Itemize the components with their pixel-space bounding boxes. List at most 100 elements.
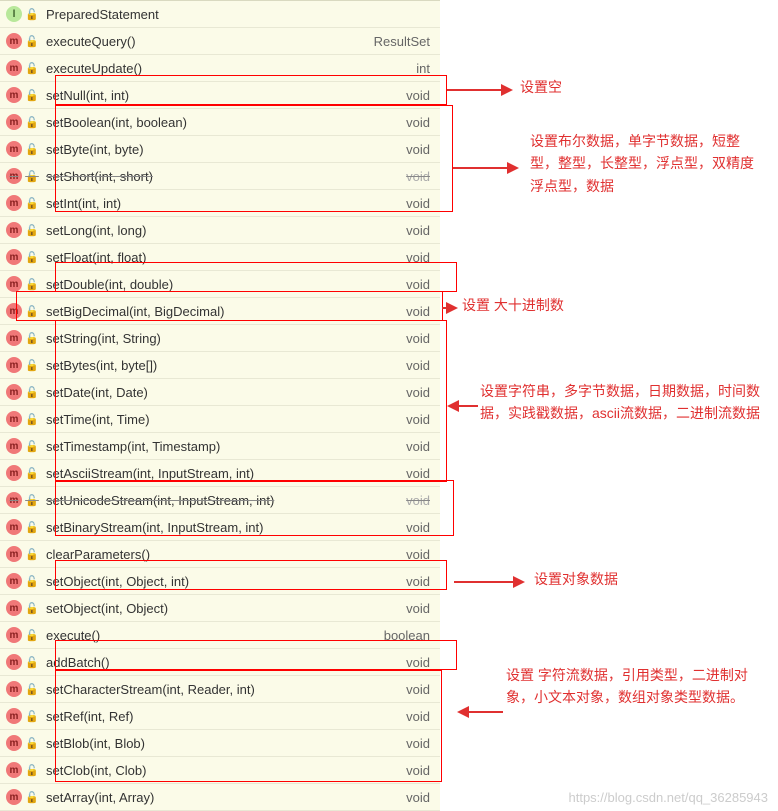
- lock-icon: 🔓: [26, 494, 38, 507]
- method-icon: m: [6, 465, 22, 481]
- method-row[interactable]: m🔓setAsciiStream(int, InputStream, int)v…: [0, 460, 440, 487]
- method-icon: m: [6, 762, 22, 778]
- method-name: setLong(int, long): [44, 223, 406, 238]
- method-row[interactable]: m 🔓 setBoolean(int, boolean)void: [0, 109, 440, 136]
- method-row[interactable]: m🔓setCharacterStream(int, Reader, int)vo…: [0, 676, 440, 703]
- method-name: setDate(int, Date): [44, 385, 406, 400]
- interface-name: PreparedStatement: [44, 7, 440, 22]
- method-row[interactable]: m🔓execute()boolean: [0, 622, 440, 649]
- method-row[interactable]: m🔓setBinaryStream(int, InputStream, int)…: [0, 514, 440, 541]
- method-row[interactable]: m 🔓 clearParameters()void: [0, 541, 440, 568]
- method-icon: m: [6, 357, 22, 373]
- method-icon: m: [6, 546, 22, 562]
- return-type: void: [406, 547, 440, 562]
- lock-icon: 🔓: [26, 305, 38, 318]
- method-name: setByte(int, byte): [44, 142, 406, 157]
- method-name: setString(int, String): [44, 331, 406, 346]
- arrow-icon: [457, 706, 503, 718]
- method-row[interactable]: m🔓setInt(int, int)void: [0, 190, 440, 217]
- lock-icon: 🔓: [26, 116, 38, 129]
- return-type: void: [406, 736, 440, 751]
- lock-icon: 🔓: [26, 521, 38, 534]
- method-name: executeUpdate(): [44, 61, 416, 76]
- method-icon: m: [6, 600, 22, 616]
- method-row[interactable]: m🔓setTime(int, Time)void: [0, 406, 440, 433]
- return-type: void: [406, 142, 440, 157]
- return-type: void: [406, 223, 440, 238]
- method-icon: m: [6, 249, 22, 265]
- method-row[interactable]: m🔓executeUpdate()int: [0, 55, 440, 82]
- arrow-icon: [442, 302, 458, 314]
- method-row[interactable]: m🔓setFloat(int, float)void: [0, 244, 440, 271]
- method-row[interactable]: m🔓setDouble(int, double)void: [0, 271, 440, 298]
- method-row[interactable]: m🔓setBytes(int, byte[])void: [0, 352, 440, 379]
- method-row[interactable]: m🔓setByte(int, byte)void: [0, 136, 440, 163]
- method-icon: m: [6, 438, 22, 454]
- return-type: void: [406, 574, 440, 589]
- method-icon: m: [6, 87, 22, 103]
- method-row[interactable]: m🔓setDate(int, Date)void: [0, 379, 440, 406]
- method-icon: m: [6, 681, 22, 697]
- method-name: setBigDecimal(int, BigDecimal): [44, 304, 406, 319]
- method-row[interactable]: m🔓executeQuery()ResultSet: [0, 28, 440, 55]
- method-name: setAsciiStream(int, InputStream, int): [44, 466, 406, 481]
- return-type: void: [406, 439, 440, 454]
- return-type: void: [406, 115, 440, 130]
- method-icon: m: [6, 141, 22, 157]
- method-name: setObject(int, Object): [44, 601, 406, 616]
- method-row[interactable]: m🔓setNull(int, int)void: [0, 82, 440, 109]
- method-icon: m: [6, 627, 22, 643]
- method-name: setBoolean(int, boolean): [44, 115, 406, 130]
- method-name: setCharacterStream(int, Reader, int): [44, 682, 406, 697]
- lock-icon: 🔓: [26, 413, 38, 426]
- method-name: setBlob(int, Blob): [44, 736, 406, 751]
- method-row[interactable]: m🔓setBigDecimal(int, BigDecimal)void: [0, 298, 440, 325]
- return-type: void: [406, 790, 440, 805]
- lock-icon: 🔓: [26, 548, 38, 561]
- method-row[interactable]: m🔓setString(int, String)void: [0, 325, 440, 352]
- return-type: void: [406, 385, 440, 400]
- return-type: void: [406, 358, 440, 373]
- lock-icon: 🔓: [26, 683, 38, 696]
- interface-header-row[interactable]: I 🔓 PreparedStatement: [0, 1, 440, 28]
- lock-icon: 🔓: [26, 575, 38, 588]
- method-name: setShort(int, short): [44, 169, 406, 184]
- lock-icon: 🔓: [26, 440, 38, 453]
- arrow-icon: [447, 84, 513, 96]
- lock-icon: 🔓: [26, 656, 38, 669]
- annotation: 设置 大十进制数: [462, 294, 564, 316]
- lock-icon: 🔓: [26, 35, 38, 48]
- return-type: void: [406, 331, 440, 346]
- method-icon: m: [6, 654, 22, 670]
- method-row[interactable]: m🔓setClob(int, Clob)void: [0, 757, 440, 784]
- method-row[interactable]: m🔓setShort(int, short)void: [0, 163, 440, 190]
- method-name: setDouble(int, double): [44, 277, 406, 292]
- method-row[interactable]: m🔓addBatch()void: [0, 649, 440, 676]
- method-row[interactable]: m🔓setTimestamp(int, Timestamp)void: [0, 433, 440, 460]
- method-name: setBinaryStream(int, InputStream, int): [44, 520, 406, 535]
- lock-icon: 🔓: [26, 359, 38, 372]
- method-icon: m: [6, 168, 22, 184]
- annotation: 设置布尔数据，单字节数据，短整型，整型，长整型，浮点型，双精度浮点型，数据: [530, 130, 760, 197]
- method-name: setTime(int, Time): [44, 412, 406, 427]
- return-type: void: [406, 601, 440, 616]
- method-row[interactable]: m🔓setBlob(int, Blob)void: [0, 730, 440, 757]
- return-type: void: [406, 88, 440, 103]
- method-row[interactable]: m🔓setObject(int, Object, int)void: [0, 568, 440, 595]
- method-row[interactable]: m🔓setObject(int, Object)void: [0, 595, 440, 622]
- method-name: clearParameters(): [44, 547, 406, 562]
- method-row[interactable]: m🔓setArray(int, Array)void: [0, 784, 440, 811]
- method-icon: m: [6, 276, 22, 292]
- method-icon: m: [6, 330, 22, 346]
- method-row[interactable]: m🔓setLong(int, long)void: [0, 217, 440, 244]
- annotation: 设置字符串，多字节数据，日期数据，时间数据，实践戳数据，ascii流数据，二进制…: [480, 380, 770, 425]
- return-type: void: [406, 493, 440, 508]
- method-name: executeQuery(): [44, 34, 374, 49]
- method-row[interactable]: m🔓setUnicodeStream(int, InputStream, int…: [0, 487, 440, 514]
- return-type: int: [416, 61, 440, 76]
- method-row[interactable]: m🔓setRef(int, Ref)void: [0, 703, 440, 730]
- method-name: setFloat(int, float): [44, 250, 406, 265]
- lock-icon: 🔓: [26, 278, 38, 291]
- method-icon: m: [6, 114, 22, 130]
- method-icon: m: [6, 573, 22, 589]
